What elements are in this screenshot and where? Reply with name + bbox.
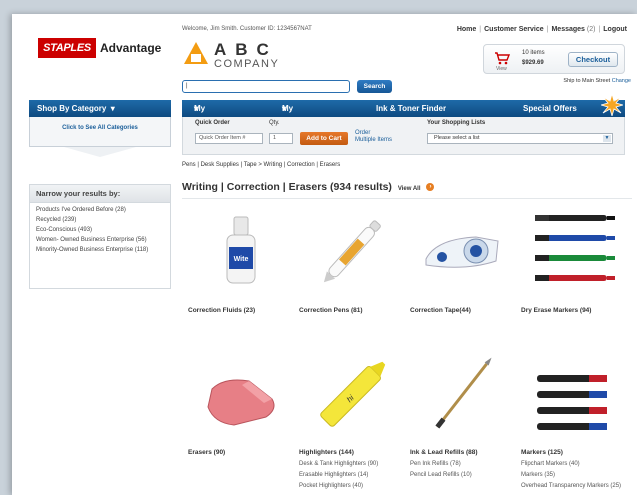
customer-service-link[interactable]: Customer Service (484, 26, 544, 33)
markers-icon (537, 375, 607, 430)
correction-fluid-icon: Wite (226, 216, 256, 284)
page: STAPLES Advantage Welcome, Jim Smith. Cu… (12, 14, 637, 495)
home-link[interactable]: Home (457, 26, 476, 33)
search-button[interactable]: Search (357, 80, 392, 93)
highlighter-icon: hi (320, 361, 386, 427)
nav-my-account[interactable]: My Account ▾ (282, 100, 314, 130)
eraser-icon (207, 379, 275, 426)
main-nav: My Orders ▾ My Account ▾ Ink & Toner Fin… (182, 94, 625, 130)
cart-view-link[interactable]: View (496, 66, 507, 72)
nav-ink-toner-finder[interactable]: Ink & Toner Finder (376, 100, 446, 117)
category-panel: Click to See All Categories (29, 117, 171, 147)
correction-pen-icon (323, 220, 381, 283)
subcategory-list: Pen Ink Refills (78) Pencil Lead Refills… (410, 461, 515, 479)
product-name[interactable]: Highlighters (144) (299, 449, 354, 456)
subcategory-link[interactable]: Desk & Tank Highlighters (90) (299, 461, 404, 468)
subcategory-link[interactable]: Erasable Highlighters (14) (299, 472, 404, 479)
quantity-input[interactable]: 1 (269, 133, 293, 144)
cart-total: $929.69 (522, 60, 544, 66)
top-links: Home | Customer Service | Messages (2) | Logou… (456, 26, 627, 33)
filter-women-owned[interactable]: Women- Owned Business Enterprise (56) (36, 237, 164, 244)
ink-refill-icon (435, 357, 492, 429)
welcome-message: Welcome, Jim Smith. Customer ID: 1234567… (182, 26, 312, 32)
checkout-button[interactable]: Checkout (568, 52, 618, 67)
chevron-down-icon: ▼ (603, 135, 611, 142)
messages-link[interactable]: Messages (551, 26, 584, 33)
mini-cart: View 10 items $929.69 Checkout (483, 44, 625, 74)
product-name[interactable]: Ink & Lead Refills (88) (410, 449, 478, 456)
cart-item-count: 10 items (522, 50, 545, 56)
dry-erase-markers-icon (535, 215, 615, 281)
ship-to: Ship to Main Street Change (563, 78, 631, 84)
company-logo: ABC COMPANY (184, 40, 309, 80)
shopping-lists-label: Your Shopping Lists (427, 120, 486, 126)
company-logo-name: COMPANY (214, 58, 280, 70)
page-title: Writing | Correction | Erasers (934 resu… (182, 181, 435, 193)
company-logo-letters: ABC (214, 40, 278, 59)
subcategory-list: Flipchart Markers (40) Markers (35) Over… (521, 461, 626, 490)
qty-label: Qty. (269, 120, 280, 126)
shopping-list-select[interactable]: Please select a list ▼ (427, 133, 613, 144)
breadcrumb[interactable]: Pens | Desk Supplies | Tape > Writing | … (182, 162, 340, 168)
staples-logo[interactable]: STAPLES (38, 38, 96, 58)
arrow-right-icon[interactable]: › (426, 183, 435, 192)
logout-link[interactable]: Logout (603, 26, 627, 33)
product-name[interactable]: Erasers (90) (188, 449, 225, 456)
subcategory-list: Desk & Tank Highlighters (90) Erasable H… (299, 461, 404, 490)
shop-by-category-menu[interactable]: Shop By Category ▾ (29, 100, 171, 117)
starburst-icon (601, 94, 623, 116)
svg-text:Wite: Wite (234, 256, 249, 263)
nav-my-orders[interactable]: My Orders ▾ (194, 100, 220, 130)
product-name[interactable]: Correction Tape(44) (410, 307, 471, 314)
ship-change-link[interactable]: Change (612, 78, 631, 84)
quick-order-panel: Quick Order Qty. Quick Order Item # 1 Ad… (182, 117, 625, 155)
quick-order-label: Quick Order (195, 120, 230, 126)
add-to-cart-button[interactable]: Add to Cart (300, 132, 348, 145)
product-name[interactable]: Markers (125) (521, 449, 563, 456)
category-panel-arrow (64, 147, 136, 157)
chevron-down-icon: ▾ (108, 104, 115, 113)
nav-special-offers[interactable]: Special Offers (523, 100, 577, 117)
filter-eco-conscious[interactable]: Eco-Conscious (493) (36, 227, 164, 234)
subcategory-link[interactable]: Pen Ink Refills (78) (410, 461, 515, 468)
product-name[interactable]: Dry Erase Markers (94) (521, 307, 591, 314)
product-grid: Wite Correction Fluids (23) Correction P… (182, 198, 632, 495)
order-multiple-items-link[interactable]: Order Multiple Items (355, 130, 392, 144)
search-input[interactable]: | (182, 80, 350, 93)
shop-by-category-label: Shop By Category (37, 104, 107, 113)
filter-ordered-before[interactable]: Products I've Ordered Before (28) (36, 207, 164, 214)
ship-to-text: Ship to Main Street (563, 78, 611, 84)
quick-order-item-input[interactable]: Quick Order Item # (195, 133, 263, 144)
advantage-logo-text: Advantage (100, 41, 162, 55)
view-all-link[interactable]: View All (398, 186, 421, 192)
subcategory-link[interactable]: Markers (35) (521, 472, 626, 479)
narrow-results-list: Products I've Ordered Before (28) Recycl… (30, 203, 170, 261)
product-name[interactable]: Correction Pens (81) (299, 307, 363, 314)
subcategory-link[interactable]: Flipchart Markers (40) (521, 461, 626, 468)
subcategory-link[interactable]: Pocket Highlighters (40) (299, 483, 404, 490)
subcategory-link[interactable]: Overhead Transparency Markers (25) (521, 483, 626, 490)
product-name[interactable]: Correction Fluids (23) (188, 307, 255, 314)
filter-recycled[interactable]: Recycled (239) (36, 217, 164, 224)
subcategory-link[interactable]: Pencil Lead Refills (10) (410, 472, 515, 479)
correction-tape-icon (425, 236, 499, 268)
filter-minority-owned[interactable]: Minority-Owned Business Enterprise (118) (36, 247, 164, 254)
narrow-results-title: Narrow your results by: (30, 185, 170, 203)
see-all-categories-link[interactable]: Click to See All Categories (30, 125, 170, 131)
narrow-results-panel: Narrow your results by: Products I've Or… (29, 184, 171, 289)
